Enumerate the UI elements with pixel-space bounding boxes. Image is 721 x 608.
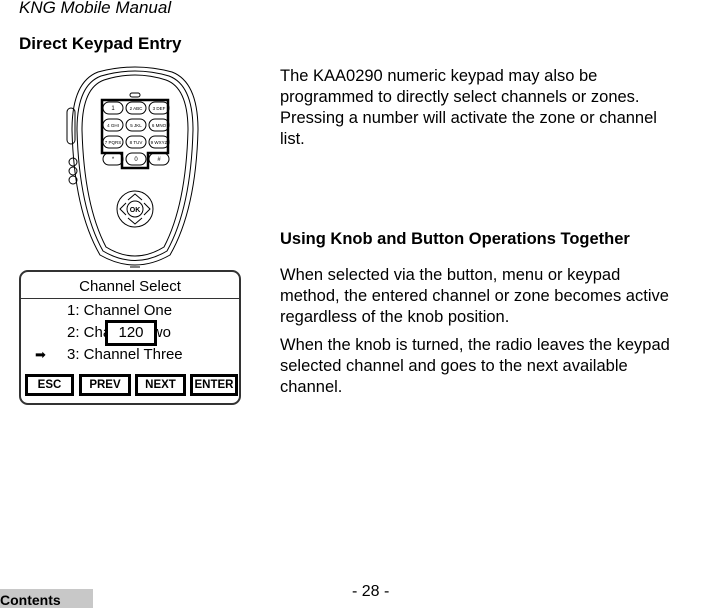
channel-select-screen: Channel Select 1: Channel One 2: Channel… <box>19 270 241 405</box>
selection-arrow-icon: ➡ <box>35 347 46 362</box>
subheading: Using Knob and Button Operations Togethe… <box>280 230 630 248</box>
keypad-key-label: 5 JKL <box>130 123 142 128</box>
text-line: selected channel and goes to the next av… <box>280 357 628 375</box>
text-line: method, the entered channel or zone beco… <box>280 287 669 305</box>
text-line: Pressing a number will activate the zone… <box>280 109 657 127</box>
keypad-key-label: 6 MNO <box>152 123 167 128</box>
ok-button-label: OK <box>130 207 141 214</box>
keypad-key-label: 1 <box>111 106 115 112</box>
next-softkey[interactable]: NEXT <box>135 374 186 396</box>
text-line: The KAA0290 numeric keypad may also be <box>280 67 598 85</box>
text-line: list. <box>280 130 305 148</box>
section-title: Direct Keypad Entry <box>19 34 182 53</box>
enter-softkey[interactable]: ENTER <box>190 374 238 396</box>
keypad-key-label: 9 WXYZ <box>151 140 168 145</box>
channel-list-item-selected[interactable]: 3: Channel Three <box>67 346 183 363</box>
keypad-entry-popup: 120 <box>105 320 157 346</box>
keypad-key-label: 3 DEF <box>153 106 166 111</box>
intro-paragraph: The KAA0290 numeric keypad may also be p… <box>280 66 657 150</box>
keypad-microphone-illustration: OK 1 2 ABC 3 DEF 4 GHI 5 JKL 6 MNO 7 PQRS 8 TUV… <box>66 66 199 268</box>
channel-list-item[interactable]: 1: Channel One <box>67 302 172 319</box>
manual-title: KNG Mobile Manual <box>19 0 172 17</box>
text-line: regardless of the knob position. <box>280 308 510 326</box>
text-line: When selected via the button, menu or ke… <box>280 266 621 284</box>
text-line: programmed to directly select channels o… <box>280 88 640 106</box>
page-number: - 28 - <box>352 583 390 600</box>
screen-divider <box>21 298 239 299</box>
keypad-key-label: 7 PQRS <box>105 140 122 145</box>
prev-softkey[interactable]: PREV <box>79 374 131 396</box>
keypad-key-label: 8 TUV <box>130 140 143 145</box>
text-line: channel. <box>280 378 343 396</box>
keypad-key-label: # <box>157 157 161 163</box>
text-line: When the knob is turned, the radio leave… <box>280 336 670 354</box>
screen-title: Channel Select <box>79 278 181 295</box>
paragraph-1: When selected via the button, menu or ke… <box>280 265 669 328</box>
keypad-key-label: * <box>112 157 115 163</box>
paragraph-2: When the knob is turned, the radio leave… <box>280 335 670 398</box>
keypad-key-label: 0 <box>134 157 138 163</box>
keypad-key-label: 2 ABC <box>130 106 144 111</box>
keypad-key-label: 4 GHI <box>107 123 119 128</box>
contents-link[interactable]: Contents <box>0 589 93 608</box>
esc-softkey[interactable]: ESC <box>25 374 74 396</box>
contents-label[interactable]: Contents <box>0 592 61 608</box>
